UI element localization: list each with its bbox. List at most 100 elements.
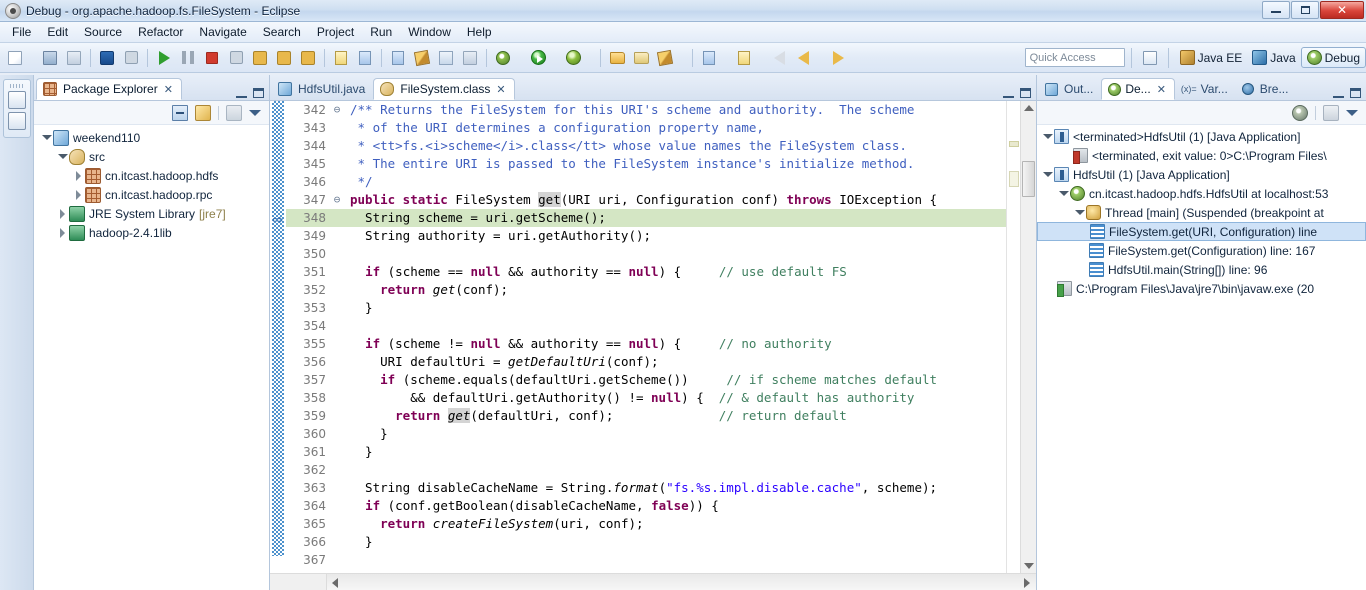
terminate-icon[interactable] (201, 47, 223, 69)
fold-toggle-icon[interactable] (330, 443, 344, 461)
twisty-icon[interactable] (1057, 184, 1070, 203)
new-wizard-dropdown-icon[interactable] (27, 47, 38, 69)
search-icon[interactable] (435, 47, 457, 69)
maximize-view-icon[interactable] (1350, 88, 1361, 98)
fold-toggle-icon[interactable] (330, 317, 344, 335)
next-annotation-dropdown-icon[interactable] (721, 47, 732, 69)
back-icon[interactable] (768, 47, 790, 69)
perspective-java[interactable]: Java (1247, 48, 1300, 67)
code-line[interactable]: 349 String authority = uri.getAuthority(… (286, 227, 1006, 245)
forward-history-icon[interactable] (827, 47, 849, 69)
minimize-editor-icon[interactable] (1003, 89, 1014, 98)
suspend-icon[interactable] (177, 47, 199, 69)
code-line[interactable]: 350 (286, 245, 1006, 263)
code-line[interactable]: 365 return createFileSystem(uri, conf); (286, 515, 1006, 533)
perspective-debug[interactable]: Debug (1300, 47, 1366, 68)
focus-on-active-task-icon[interactable] (226, 104, 242, 121)
fold-toggle-icon[interactable] (330, 407, 344, 425)
fold-toggle-icon[interactable] (330, 551, 344, 569)
toggle-markers-icon[interactable] (459, 47, 481, 69)
maximize-editor-icon[interactable] (1020, 88, 1031, 98)
fold-toggle-icon[interactable] (330, 371, 344, 389)
menu-item-navigate[interactable]: Navigate (191, 23, 254, 41)
fold-toggle-icon[interactable]: ⊖ (330, 101, 344, 119)
save-icon[interactable] (39, 47, 61, 69)
code-line[interactable]: 351 if (scheme == null && authority == n… (286, 263, 1006, 281)
code-line[interactable]: 360 } (286, 425, 1006, 443)
step-into-icon[interactable] (249, 47, 271, 69)
scroll-up-icon[interactable] (1024, 105, 1034, 111)
fold-toggle-icon[interactable] (330, 227, 344, 245)
previous-annotation-icon[interactable] (733, 47, 755, 69)
tab-outline[interactable]: Out... (1039, 78, 1101, 100)
fold-toggle-icon[interactable] (330, 479, 344, 497)
menu-item-help[interactable]: Help (459, 23, 500, 41)
drop-to-frame-icon[interactable] (330, 47, 352, 69)
close-icon[interactable]: ✕ (164, 83, 173, 96)
fold-toggle-icon[interactable] (330, 209, 344, 227)
scroll-right-icon[interactable] (1024, 578, 1030, 588)
fold-toggle-icon[interactable] (330, 389, 344, 407)
debug-node-debug-target[interactable]: cn.itcast.hadoop.hdfs.HdfsUtil at localh… (1037, 184, 1366, 203)
tab-breakpoints[interactable]: Bre... (1236, 78, 1297, 100)
debug-node-thread-main[interactable]: Thread [main] (Suspended (breakpoint at (1037, 203, 1366, 222)
tab-variables[interactable]: (x)= Var... (1175, 78, 1236, 100)
tree-item-cn-itcast-hadoop-hdfs[interactable]: cn.itcast.hadoop.hdfs (34, 166, 269, 185)
twisty-icon[interactable] (56, 204, 69, 223)
external-tools-icon[interactable] (562, 47, 584, 69)
print-icon[interactable] (63, 47, 85, 69)
external-tools-dropdown-icon[interactable] (585, 47, 596, 69)
open-perspective-icon[interactable] (1139, 47, 1161, 69)
code-editor[interactable]: 342 ⊖ /** Returns the FileSystem for this … (286, 101, 1006, 573)
code-line[interactable]: 346 */ (286, 173, 1006, 191)
twisty-icon[interactable] (1041, 127, 1054, 146)
code-line[interactable]: 353 } (286, 299, 1006, 317)
minimize-view-icon[interactable] (236, 89, 247, 98)
debug-node-frame-filesystem-get-conf[interactable]: FileSystem.get(Configuration) line: 167 (1037, 241, 1366, 260)
fold-toggle-icon[interactable] (330, 461, 344, 479)
view-menu-icon[interactable] (249, 109, 261, 116)
twisty-icon[interactable] (72, 185, 85, 204)
new-wizard-icon[interactable] (4, 47, 26, 69)
twisty-icon[interactable] (1041, 165, 1054, 184)
debug-node-terminated-process[interactable]: <terminated, exit value: 0>C:\Program Fi… (1037, 146, 1366, 165)
code-line[interactable]: 344 * <tt>fs.<i>scheme</i>.class</tt> wh… (286, 137, 1006, 155)
scroll-down-icon[interactable] (1024, 563, 1034, 569)
console-icon[interactable] (96, 47, 118, 69)
edit-icon[interactable] (654, 47, 676, 69)
close-icon[interactable]: ✕ (496, 83, 505, 96)
perspective-java-ee[interactable]: Java EE (1175, 48, 1248, 67)
twisty-icon[interactable] (56, 147, 69, 166)
restore-view-icon[interactable] (7, 91, 26, 109)
code-line[interactable]: 362 (286, 461, 1006, 479)
twisty-icon[interactable] (56, 223, 69, 242)
view-menu-icon[interactable] (1346, 109, 1358, 116)
code-line[interactable]: 352 return get(conf); (286, 281, 1006, 299)
minimize-view-icon[interactable] (1333, 89, 1344, 98)
close-icon[interactable]: ✕ (1157, 83, 1166, 96)
fold-toggle-icon[interactable] (330, 497, 344, 515)
tree-item-hadoop-lib[interactable]: hadoop-2.4.1lib (34, 223, 269, 242)
previous-annotation-dropdown-icon[interactable] (756, 47, 767, 69)
open-resource-icon[interactable] (630, 47, 652, 69)
code-line[interactable]: 367 (286, 551, 1006, 569)
skip-breakpoints-icon[interactable] (120, 47, 142, 69)
fold-toggle-icon[interactable] (330, 515, 344, 533)
disconnect-icon[interactable] (225, 47, 247, 69)
backward-history-icon[interactable] (792, 47, 814, 69)
link-with-editor-icon[interactable] (195, 104, 211, 121)
package-explorer-fastview-icon[interactable] (7, 112, 26, 130)
fold-toggle-icon[interactable] (330, 119, 344, 137)
quick-access-input[interactable]: Quick Access (1024, 48, 1125, 67)
debug-node-terminated-launch[interactable]: <terminated>HdfsUtil (1) [Java Applicati… (1037, 127, 1366, 146)
menu-item-source[interactable]: Source (76, 23, 130, 41)
tab-package-explorer[interactable]: Package Explorer ✕ (36, 78, 182, 100)
fold-toggle-icon[interactable] (330, 299, 344, 317)
fold-toggle-icon[interactable] (330, 155, 344, 173)
twisty-icon[interactable] (40, 128, 53, 147)
minimize-button[interactable] (1262, 1, 1290, 19)
fold-toggle-icon[interactable] (330, 281, 344, 299)
tree-item-jre-system-library[interactable]: JRE System Library [jre7] (34, 204, 269, 223)
run-launch-icon[interactable] (527, 47, 549, 69)
tree-item-cn-itcast-hadoop-rpc[interactable]: cn.itcast.hadoop.rpc (34, 185, 269, 204)
